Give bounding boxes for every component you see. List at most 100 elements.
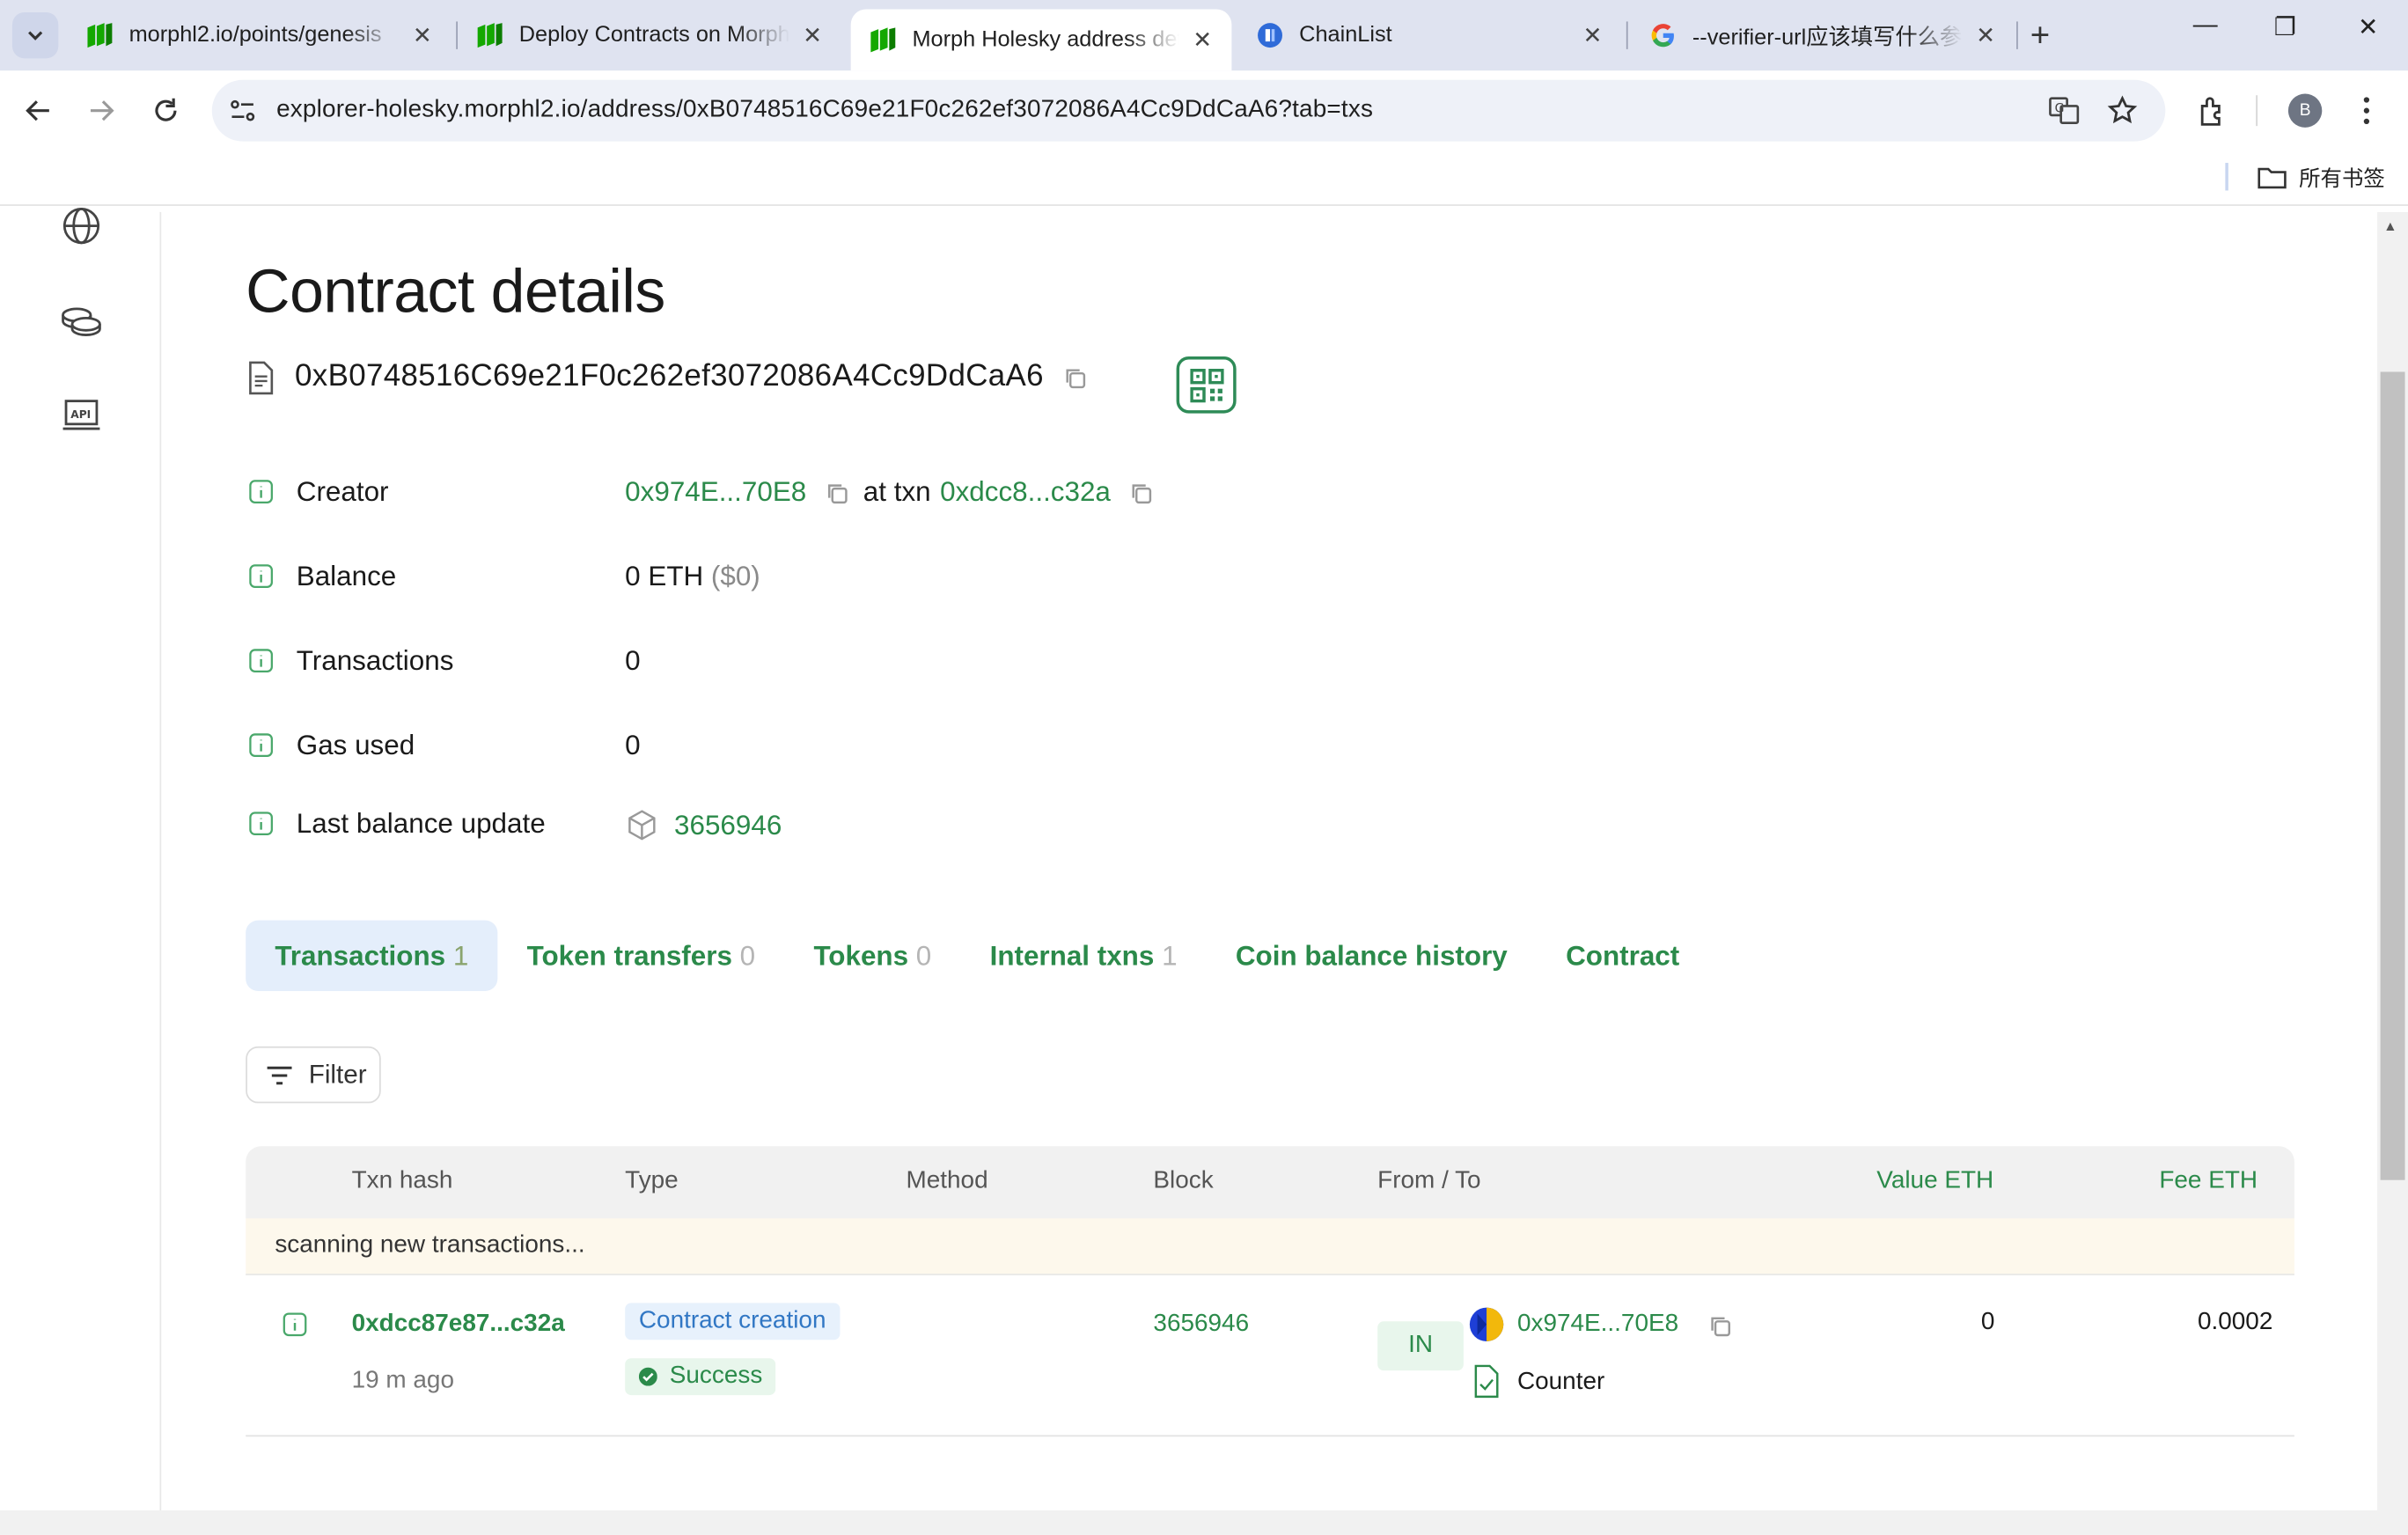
api-icon[interactable]: API — [60, 393, 103, 437]
qr-code-button[interactable] — [1176, 356, 1237, 414]
new-tab-button[interactable]: + — [2030, 15, 2050, 55]
last-balance-update-row: Last balance update — [249, 807, 546, 838]
tab-transactions[interactable]: Transactions 1 — [246, 920, 498, 991]
minimize-button[interactable]: — — [2175, 12, 2236, 40]
page-title: Contract details — [246, 258, 665, 327]
globe-icon[interactable] — [60, 204, 103, 247]
column-header-value[interactable]: Value ETH — [1876, 1168, 1993, 1195]
info-icon[interactable] — [249, 564, 274, 589]
tab-coin-balance-history[interactable]: Coin balance history — [1207, 921, 1537, 991]
info-icon[interactable] — [249, 812, 274, 836]
gas-used-label: Gas used — [296, 729, 415, 760]
morph-logo-icon — [870, 27, 896, 53]
copy-icon[interactable] — [825, 481, 849, 505]
all-bookmarks-button[interactable]: 所有书签 — [2258, 163, 2385, 194]
check-circle-icon — [638, 1367, 657, 1386]
creator-txn-link[interactable]: 0xdcc8...c32a — [940, 476, 1111, 509]
balance-row: Balance — [249, 560, 396, 591]
tab-internal-txns[interactable]: Internal txns 1 — [960, 921, 1206, 991]
tab-count: 0 — [915, 939, 932, 971]
type-badge: Contract creation — [625, 1303, 841, 1340]
chainlist-logo-icon — [1258, 23, 1282, 48]
to-contract-name[interactable]: Counter — [1517, 1369, 1604, 1396]
last-balance-update-label: Last balance update — [296, 807, 546, 839]
tab-label: Transactions — [275, 939, 446, 971]
close-icon[interactable]: ✕ — [1579, 21, 1606, 49]
tab-count: 0 — [739, 939, 756, 971]
arrow-right-icon — [90, 100, 114, 121]
transactions-label: Transactions — [296, 644, 454, 676]
tab-search-button[interactable] — [11, 11, 59, 59]
close-icon[interactable]: ✕ — [408, 21, 436, 49]
site-settings-icon[interactable] — [227, 95, 258, 126]
copy-icon[interactable] — [1062, 365, 1087, 390]
restore-button[interactable]: ❐ — [2255, 12, 2316, 43]
column-header-type: Type — [625, 1167, 679, 1194]
browser-tab-4[interactable]: ChainList ✕ — [1237, 9, 1621, 61]
reload-icon — [155, 98, 177, 121]
creator-label: Creator — [296, 475, 389, 507]
transactions-row: Transactions — [249, 644, 453, 675]
close-icon[interactable]: ✕ — [1971, 21, 1999, 49]
bookmarks-divider — [2225, 163, 2228, 191]
info-icon[interactable] — [249, 733, 274, 758]
morph-logo-icon — [87, 23, 113, 48]
extensions-icon[interactable] — [2196, 93, 2229, 127]
browser-window: morphl2.io/points/genesis ✕ Deploy Contr… — [0, 0, 2408, 1535]
arrow-left-icon — [26, 100, 49, 121]
filter-label: Filter — [308, 1059, 367, 1089]
bookmark-star-icon[interactable] — [2107, 95, 2138, 126]
txn-age: 19 m ago — [351, 1367, 454, 1394]
close-icon[interactable]: ✕ — [798, 21, 826, 49]
tab-contract[interactable]: Contract — [1537, 921, 1708, 991]
column-header-fee[interactable]: Fee ETH — [2159, 1168, 2258, 1195]
browser-toolbar: explorer-holesky.morphl2.io/address/0xB0… — [0, 70, 2408, 151]
tab-strip: morphl2.io/points/genesis ✕ Deploy Contr… — [0, 0, 2408, 71]
tab-count: 1 — [1162, 939, 1178, 971]
tab-divider — [1626, 21, 1628, 49]
tab-title: ChainList — [1299, 23, 1392, 48]
balance-value: 0 ETH ($0) — [625, 561, 760, 593]
txn-hash-link[interactable]: 0xdcc87e87...c32a — [352, 1311, 565, 1338]
all-bookmarks-label: 所有书签 — [2299, 165, 2385, 191]
profile-avatar[interactable]: B — [2287, 93, 2323, 128]
back-button[interactable] — [17, 89, 60, 132]
tab-token-transfers[interactable]: Token transfers 0 — [497, 921, 784, 991]
reload-button[interactable] — [144, 89, 187, 132]
browser-tab-2[interactable]: Deploy Contracts on Morph ✕ — [458, 9, 841, 61]
browser-tab-5[interactable]: --verifier-url应该填写什么参数 ✕ — [1631, 9, 2015, 61]
page-content: API Contract details 0xB0748516C69e21F0c… — [0, 208, 2408, 1535]
creator-address-link[interactable]: 0x974E...70E8 — [625, 476, 806, 509]
table-row: 0xdcc87e87...c32a 19 m ago Contract crea… — [246, 1275, 2294, 1437]
close-icon[interactable]: ✕ — [1189, 26, 1216, 54]
more-menu-icon[interactable] — [2359, 95, 2374, 126]
tokens-coins-icon[interactable] — [60, 299, 103, 342]
last-balance-update-value: 3656946 — [625, 808, 782, 841]
forward-button[interactable] — [80, 89, 123, 132]
transactions-value: 0 — [625, 645, 641, 677]
last-update-block-link[interactable]: 3656946 — [674, 809, 782, 841]
column-header-from-to: From / To — [1377, 1167, 1481, 1194]
info-icon[interactable] — [249, 480, 274, 504]
browser-tab-1[interactable]: morphl2.io/points/genesis ✕ — [68, 9, 452, 61]
url-text[interactable]: explorer-holesky.morphl2.io/address/0xB0… — [276, 97, 1373, 124]
tab-tokens[interactable]: Tokens 0 — [784, 921, 960, 991]
copy-icon[interactable] — [1129, 481, 1154, 505]
scrollbar-thumb[interactable] — [2380, 371, 2405, 1180]
scroll-up-arrow-icon[interactable]: ▲ — [2383, 218, 2397, 233]
close-window-button[interactable]: ✕ — [2338, 12, 2399, 43]
status-badge: Success — [625, 1358, 776, 1396]
from-address-link[interactable]: 0x974E...70E8 — [1517, 1311, 1678, 1338]
qr-code-icon — [1189, 368, 1223, 402]
transactions-table: Txn hash Type Method Block From / To Val… — [246, 1146, 2294, 1437]
translate-icon[interactable]: G — [2049, 95, 2080, 126]
info-icon[interactable] — [283, 1312, 307, 1337]
filter-button[interactable]: Filter — [246, 1046, 381, 1104]
horizontal-scrollbar[interactable] — [0, 1510, 2408, 1535]
browser-tab-3-active[interactable]: Morph Holesky address details ✕ — [850, 9, 1232, 71]
txn-fee: 0.0002 — [2197, 1309, 2273, 1336]
block-link[interactable]: 3656946 — [1153, 1311, 1249, 1338]
info-icon[interactable] — [249, 649, 274, 673]
copy-icon[interactable] — [1707, 1314, 1732, 1339]
address-bar[interactable]: explorer-holesky.morphl2.io/address/0xB0… — [211, 79, 2166, 142]
